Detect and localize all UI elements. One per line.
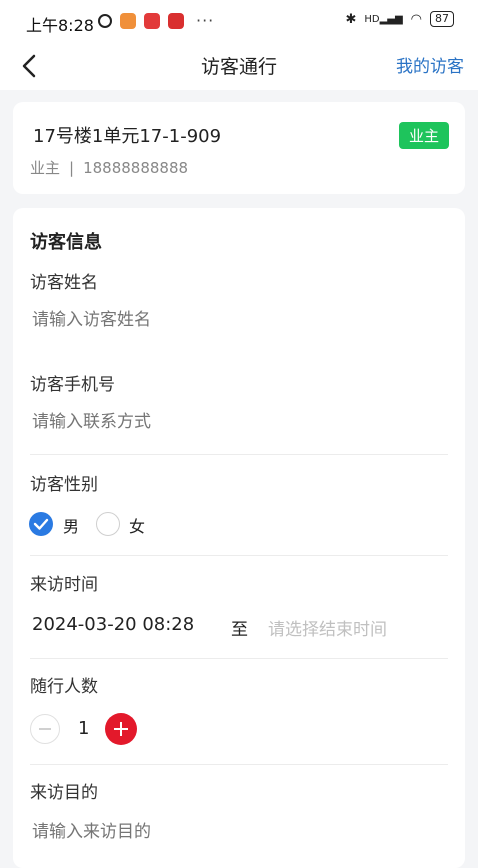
divider: [30, 658, 448, 659]
companions-count: 1: [78, 718, 90, 739]
gender-female-radio[interactable]: [96, 512, 120, 536]
owner-address: 17号楼1单元17-1-909: [33, 126, 222, 147]
gender-male-radio[interactable]: [29, 512, 53, 536]
battery-icon: 87: [430, 11, 454, 27]
nav-bar: 访客通行 我的访客: [0, 44, 478, 90]
status-icons-right: ✱ HD▂▄▆ ◠ 87: [345, 11, 454, 27]
app-notification-icon: [120, 12, 136, 29]
wifi-icon: ◠: [410, 11, 422, 27]
app-notification-icon: [168, 12, 184, 29]
visitor-name-input[interactable]: [32, 310, 432, 330]
status-bar: 上午8:28 ··· ✱ HD▂▄▆ ◠ 87: [0, 0, 478, 44]
divider: [30, 454, 448, 455]
visitor-form-card: 访客信息 访客姓名 访客手机号 访客性别 男 女 来访时间 2024-03-20…: [13, 208, 465, 868]
section-title: 访客信息: [30, 232, 102, 253]
role-badge: 业主: [398, 122, 449, 149]
owner-phone: 18888888888: [83, 159, 189, 177]
separator: |: [69, 159, 75, 177]
divider: [30, 555, 448, 556]
owner-card: 17号楼1单元17-1-909 业主 业主 | 18888888888: [13, 102, 465, 194]
increment-button[interactable]: [105, 713, 137, 745]
more-notifications-icon: ···: [196, 11, 215, 30]
visitor-name-label: 访客姓名: [30, 273, 98, 293]
start-time-picker[interactable]: 2024-03-20 08:28: [32, 614, 194, 635]
to-text: 至: [231, 620, 248, 640]
companions-label: 随行人数: [30, 677, 98, 697]
end-time-picker[interactable]: 请选择结束时间: [268, 615, 387, 640]
gender-label: 访客性别: [30, 475, 98, 495]
visit-time-label: 来访时间: [30, 575, 98, 595]
visitor-phone-label: 访客手机号: [30, 375, 115, 395]
status-icons-left: ···: [98, 11, 214, 30]
purpose-input[interactable]: [32, 822, 432, 842]
gender-female-label[interactable]: 女: [129, 513, 145, 537]
purpose-label: 来访目的: [30, 783, 98, 803]
app-notification-icon: [144, 12, 160, 29]
decrement-button[interactable]: [30, 714, 60, 744]
divider: [30, 764, 448, 765]
check-icon: [33, 518, 49, 530]
alarm-icon: [98, 13, 112, 28]
signal-icon: HD▂▄▆: [364, 13, 403, 25]
owner-role: 业主: [30, 159, 61, 177]
owner-subinfo: 业主 | 18888888888: [30, 157, 188, 178]
visitor-phone-input[interactable]: [32, 412, 432, 432]
status-time: 上午8:28: [26, 16, 94, 35]
network-type-label: HD: [364, 13, 380, 25]
my-visitors-link[interactable]: 我的访客: [396, 52, 464, 77]
bluetooth-icon: ✱: [345, 11, 357, 27]
gender-male-label[interactable]: 男: [63, 513, 79, 537]
